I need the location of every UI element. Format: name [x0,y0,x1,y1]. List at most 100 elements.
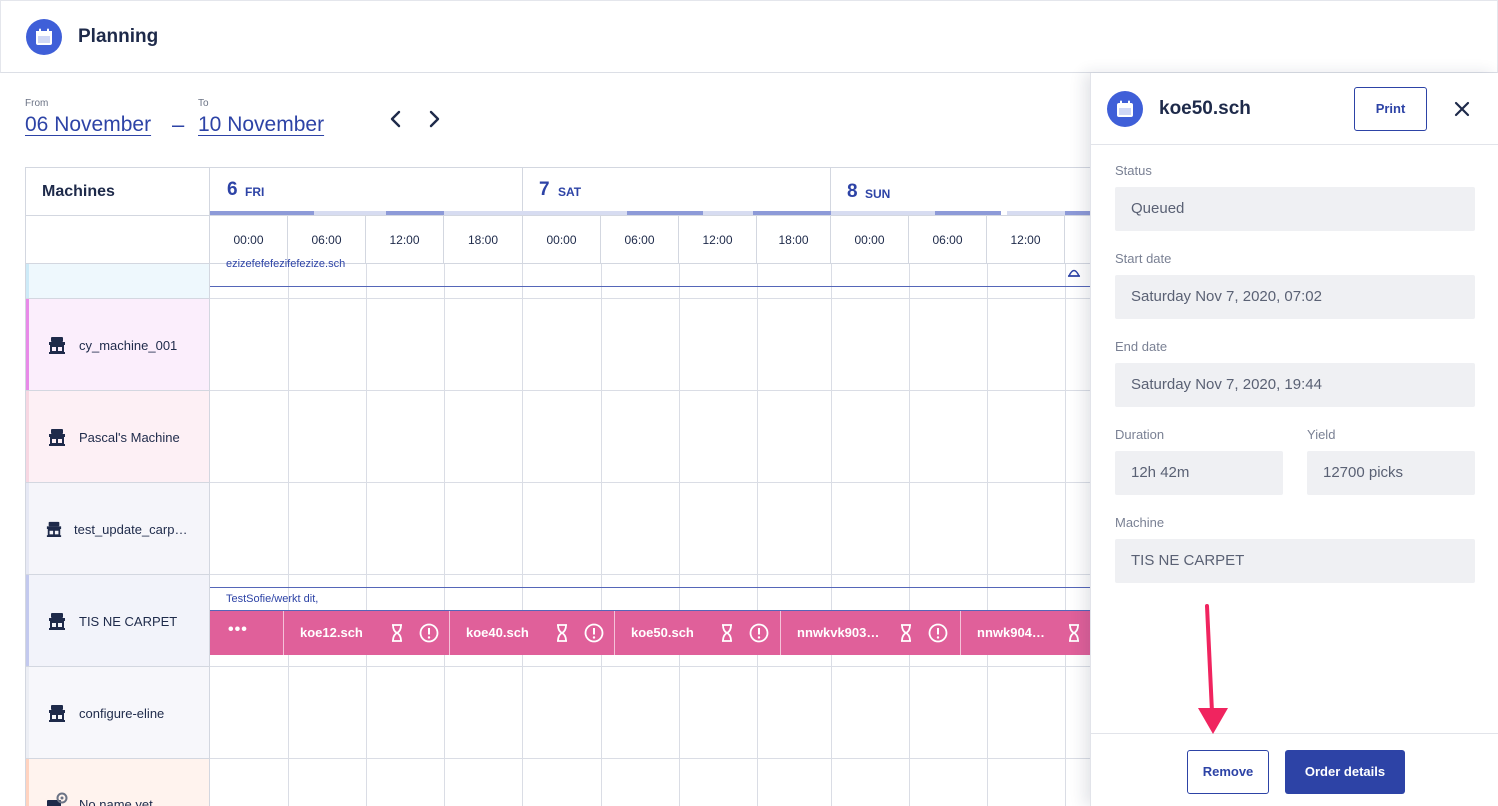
chevron-right-icon [429,110,440,128]
machine-row-test-update-carpet[interactable]: test_update_carp… [26,483,210,575]
remove-button[interactable]: Remove [1187,750,1269,794]
grid-line [210,482,1095,483]
yield-label: Yield [1307,427,1336,442]
machine-icon [49,613,65,630]
machine-row-pascals-machine[interactable]: Pascal's Machine [26,391,210,483]
day-header-fri: 6 FRI [210,168,523,216]
order-strip-line [210,587,1095,588]
calendar-icon [1107,91,1143,127]
start-date-field: Saturday Nov 7, 2020, 07:02 [1115,275,1475,319]
job-koe40[interactable]: koe40.sch [450,611,615,655]
job-nnwkvk903[interactable]: nnwkvk903… [781,611,961,655]
end-date-label: End date [1115,339,1168,354]
day-number: 6 [227,179,238,200]
day-number: 8 [847,181,858,202]
duration-label: Duration [1115,427,1165,442]
machine-icon [49,705,65,722]
hour-label: 12:00 [679,216,757,264]
previous-period-button[interactable] [385,108,407,130]
grid-line [522,264,523,806]
grid-line [210,666,1095,667]
planning-app: Planning From 06 November – To 10 Novemb… [0,0,1498,806]
grid-line [444,264,445,806]
more-jobs-button[interactable]: ••• [210,611,284,655]
machine-icon [49,429,65,446]
machine-row-tis-ne-carpet[interactable]: TIS NE CARPET [26,575,210,667]
row-accent [26,299,29,390]
occupancy-bar [831,211,935,215]
grid-line [210,298,1095,299]
hourglass-icon [557,624,567,642]
occupancy-bar [1007,211,1065,215]
order-details-button[interactable]: Order details [1285,750,1405,794]
panel-title: koe50.sch [1159,98,1251,119]
machine-icon [46,521,62,537]
warning-icon [584,623,604,643]
day-name: SUN [865,187,891,201]
grid-line [601,264,602,806]
yield-field: 12700 picks [1307,451,1475,495]
grid-line [366,264,367,806]
job-koe12[interactable]: koe12.sch [284,611,450,655]
panel-header: koe50.sch Print [1091,73,1498,145]
more-icon: ••• [228,621,248,638]
machine-name: Pascal's Machine [79,430,180,445]
job-koe50[interactable]: koe50.sch [615,611,781,655]
day-header-sat: 7 SAT [523,168,831,216]
calendar-icon [26,19,62,55]
hour-label: 18:00 [757,216,831,264]
grid-line [679,264,680,806]
machine-row-configure-eline[interactable]: configure-eline [26,667,210,759]
day-name: SAT [558,185,582,199]
warning-icon [419,623,439,643]
row-accent [26,759,29,806]
next-period-button[interactable] [423,108,445,130]
order-name: ezizefefefezifefezize.sch [226,258,346,270]
annotation-arrow-icon [1198,604,1228,734]
range-dash: – [172,112,185,137]
status-label: Status [1115,163,1152,178]
hour-label: 00:00 [523,216,601,264]
print-button[interactable]: Print [1354,87,1427,131]
grid-line [1065,264,1066,806]
hourglass-icon [1067,264,1081,277]
day-name: FRI [245,185,265,199]
to-date-link[interactable]: 10 November [198,113,324,137]
hourglass-icon [1069,624,1079,642]
warning-icon [749,623,769,643]
grid-line [288,264,289,806]
status-field: Queued [1115,187,1475,231]
close-icon[interactable] [1452,99,1472,119]
occupancy-bar [314,211,386,215]
from-date-link[interactable]: 06 November [25,113,151,137]
machine-name: configure-eline [79,706,165,721]
order-name[interactable]: TestSofie/werkt dit, [226,593,318,605]
occupancy-bar [935,211,1001,215]
hourglass-icon [392,624,402,642]
day-number: 7 [539,179,550,200]
hour-label: 00:00 [831,216,909,264]
grid-line [987,264,988,806]
from-label: From [25,98,49,109]
grid-line [210,390,1095,391]
machine-row-cy-machine-001[interactable]: cy_machine_001 [26,299,210,391]
order-strip[interactable]: ezizefefefezifefezize.sch [210,258,1095,287]
machine-name: test_update_carp… [74,522,188,537]
machine-row-no-name-yet[interactable]: No name yet [26,759,210,806]
grid-line [210,758,1095,759]
hourglass-icon [722,624,732,642]
warning-icon [928,623,948,643]
job-nnwk904[interactable]: nnwk904… [961,611,1095,655]
machines-column-header: Machines [26,168,210,216]
hour-label: 00:00 [210,216,288,264]
hour-label: 18:00 [444,216,523,264]
grid-line [757,264,758,806]
job-bar: ••• koe12.sch koe40.sch koe50.sch nnwkvk… [210,610,1095,655]
chevron-left-icon [390,110,401,128]
machine-label: Machine [1115,515,1165,530]
end-date-field: Saturday Nov 7, 2020, 19:44 [1115,363,1475,407]
row-accent [26,483,29,574]
panel-footer: Remove Order details [1091,733,1498,806]
order-detail-panel: koe50.sch Print Status Queued Start date… [1090,73,1498,806]
hour-label: 06:00 [909,216,987,264]
